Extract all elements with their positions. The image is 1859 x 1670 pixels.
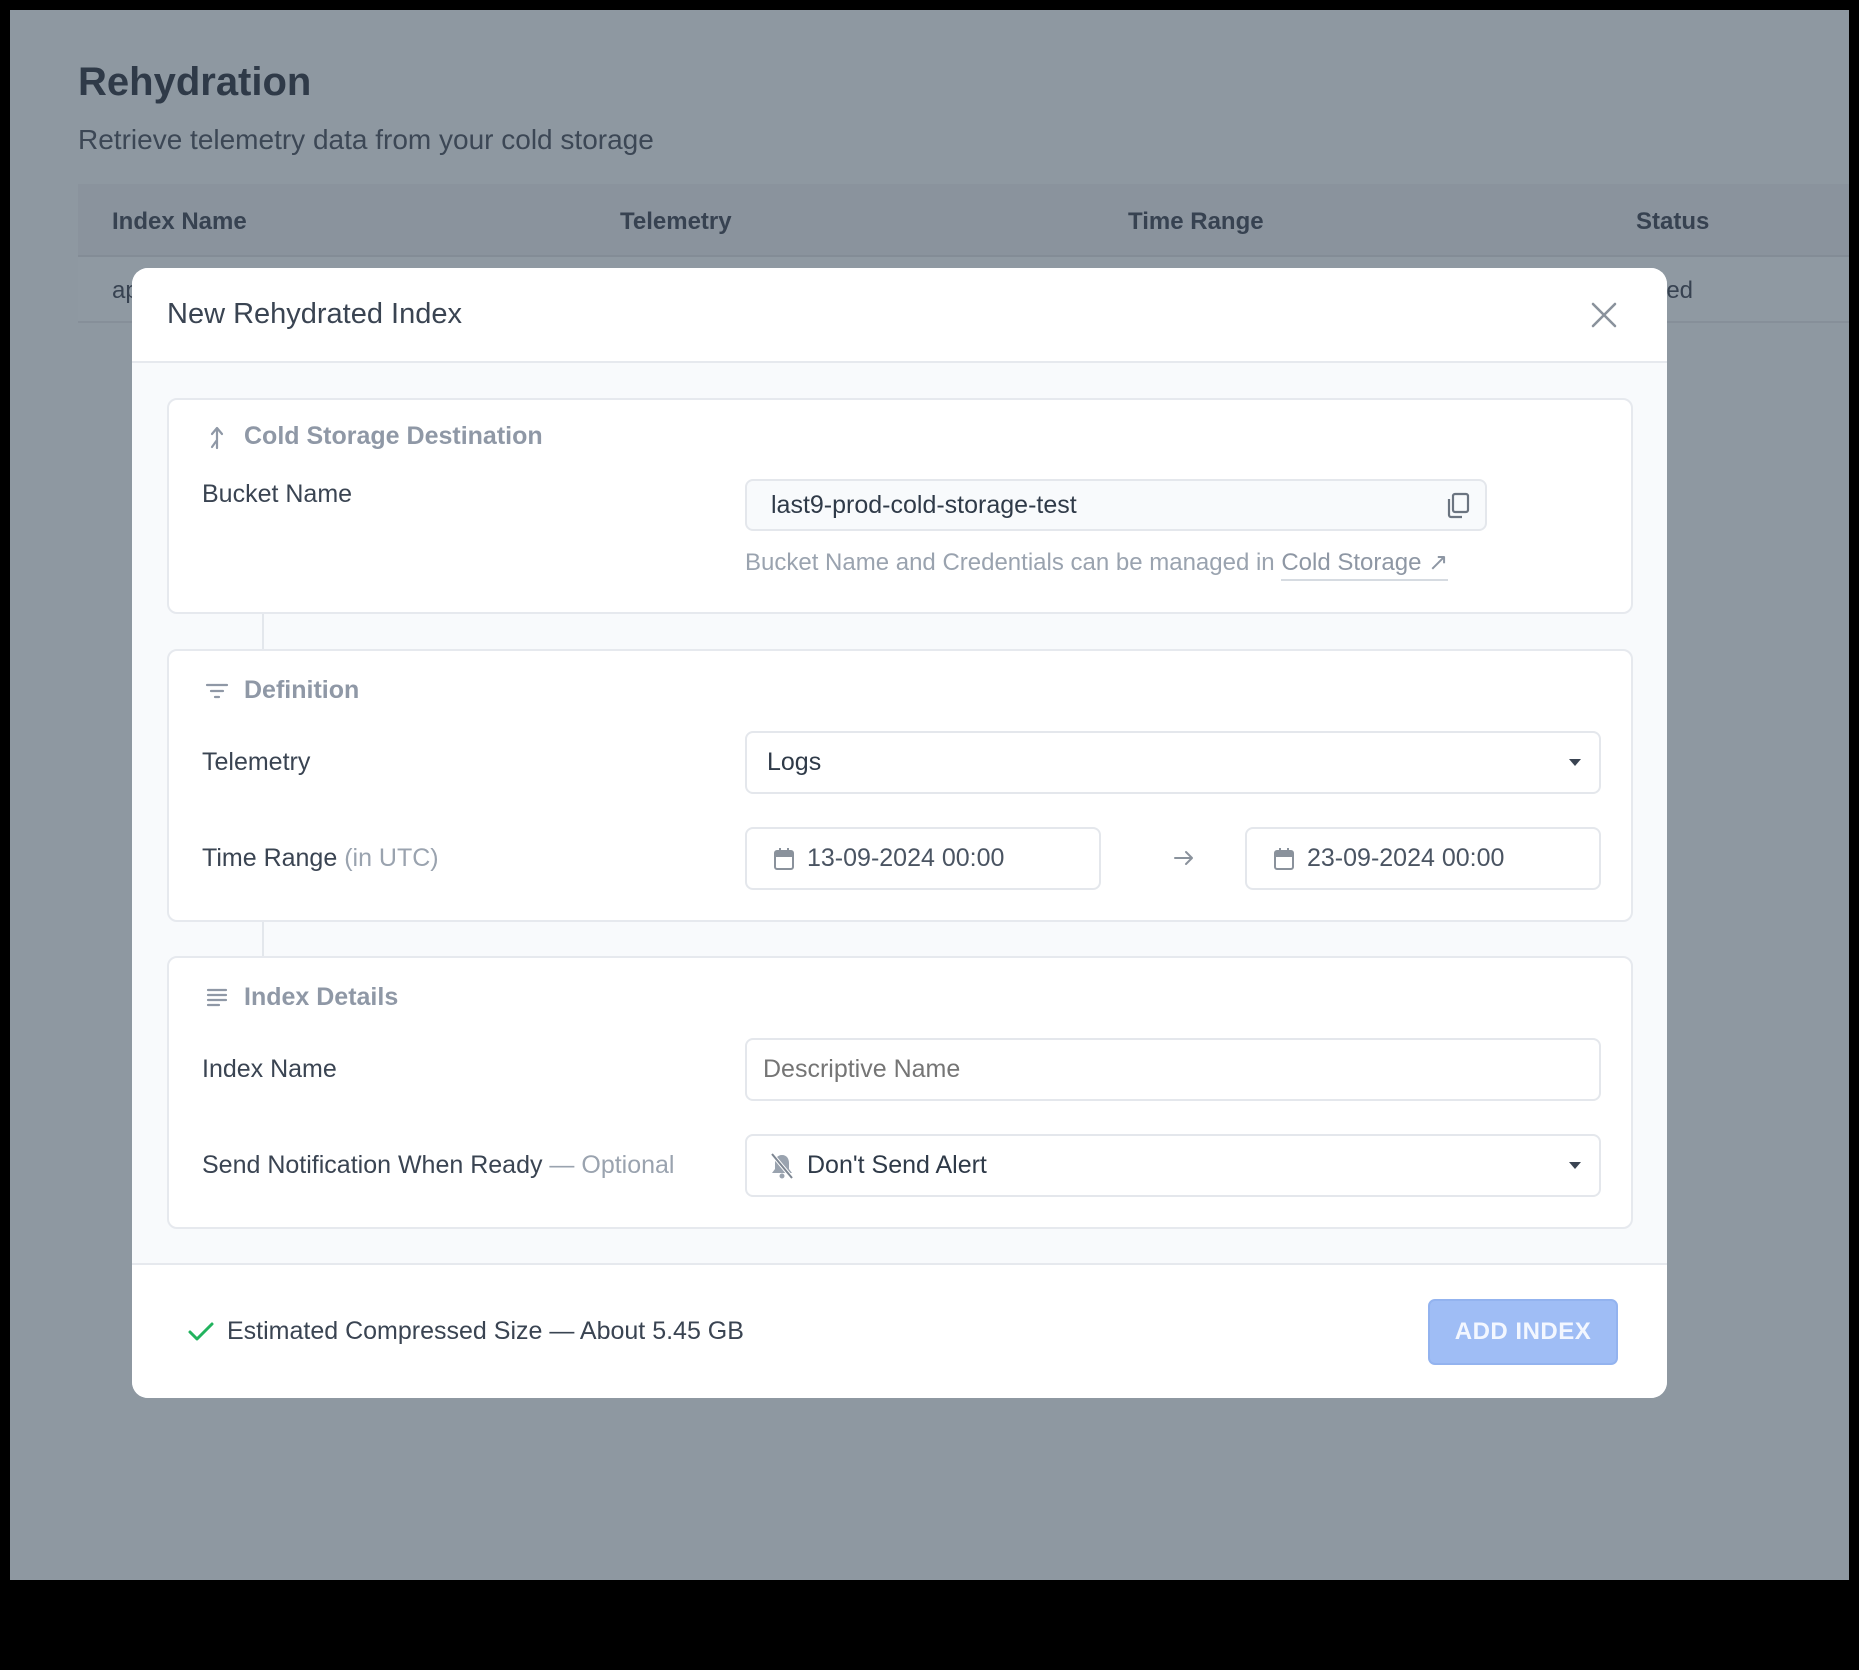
telemetry-label: Telemetry xyxy=(202,748,311,776)
column-header-index-name[interactable]: Index Name xyxy=(112,208,247,236)
bell-off-icon xyxy=(770,1152,794,1179)
external-link-icon: ↗ xyxy=(1428,549,1449,576)
close-button[interactable] xyxy=(1589,300,1619,330)
filter-icon xyxy=(205,683,229,698)
calendar-icon xyxy=(1274,847,1294,870)
add-index-button[interactable]: ADD INDEX xyxy=(1428,1299,1618,1365)
index-name-input[interactable] xyxy=(745,1038,1601,1101)
bucket-helper-text: Bucket Name and Credentials can be manag… xyxy=(745,548,1449,581)
close-icon xyxy=(1591,302,1617,328)
column-header-status[interactable]: Status xyxy=(1636,208,1709,236)
helper-text: Bucket Name and Credentials can be manag… xyxy=(745,549,1275,576)
section-heading: Cold Storage Destination xyxy=(204,422,543,451)
chevron-down-icon xyxy=(1569,759,1581,766)
notify-label: Send Notification When Ready — Optional xyxy=(202,1151,674,1180)
bucket-name-value: last9-prod-cold-storage-test xyxy=(771,490,1077,519)
modal-footer: Estimated Compressed Size — About 5.45 G… xyxy=(132,1263,1667,1398)
column-header-time-range[interactable]: Time Range xyxy=(1128,208,1264,236)
chevron-down-icon xyxy=(1569,1162,1581,1169)
index-details-section: Index Details Index Name Send Notificati… xyxy=(167,956,1633,1229)
copy-button[interactable] xyxy=(1445,491,1471,519)
time-range-label-text: Time Range xyxy=(202,844,338,872)
section-connector xyxy=(262,922,264,956)
notify-label-text: Send Notification When Ready xyxy=(202,1151,543,1179)
copy-icon xyxy=(1447,492,1470,519)
calendar-icon xyxy=(774,847,794,870)
notification-select[interactable]: Don't Send Alert xyxy=(745,1134,1601,1197)
table-header: Index Name Telemetry Time Range Status xyxy=(78,184,1849,257)
telemetry-value: Logs xyxy=(767,748,822,776)
cold-storage-link-label: Cold Storage xyxy=(1281,549,1422,576)
new-index-modal: New Rehydrated Index Cold Storage Destin… xyxy=(132,268,1667,1398)
merge-arrow-icon xyxy=(210,426,224,449)
modal-header: New Rehydrated Index xyxy=(132,268,1667,363)
page-title: Rehydration xyxy=(78,60,312,104)
time-range-label: Time Range (in UTC) xyxy=(202,844,439,873)
index-name-label: Index Name xyxy=(202,1055,337,1083)
modal-title: New Rehydrated Index xyxy=(167,298,462,330)
end-date-value: 23-09-2024 00:00 xyxy=(1307,844,1505,872)
page-subtitle: Retrieve telemetry data from your cold s… xyxy=(78,124,654,155)
check-icon xyxy=(188,1322,214,1340)
column-header-telemetry[interactable]: Telemetry xyxy=(620,208,732,236)
section-title: Definition xyxy=(244,676,360,704)
section-connector xyxy=(262,614,264,649)
end-date-input[interactable]: 23-09-2024 00:00 xyxy=(1245,827,1601,890)
bucket-name-label: Bucket Name xyxy=(202,480,353,508)
bucket-name-field[interactable]: last9-prod-cold-storage-test xyxy=(745,479,1487,531)
notification-value: Don't Send Alert xyxy=(807,1151,987,1179)
start-date-value: 13-09-2024 00:00 xyxy=(807,844,1005,872)
definition-section: Definition Telemetry Logs Time Range (in… xyxy=(167,649,1633,922)
section-title: Index Details xyxy=(244,983,399,1011)
optional-hint: — Optional xyxy=(549,1151,675,1179)
start-date-input[interactable]: 13-09-2024 00:00 xyxy=(745,827,1101,890)
section-heading: Definition xyxy=(204,676,359,705)
cold-storage-link[interactable]: Cold Storage ↗ xyxy=(1281,549,1449,581)
lines-icon xyxy=(206,988,228,1006)
section-heading: Index Details xyxy=(204,983,398,1012)
cold-storage-section: Cold Storage Destination Bucket Name las… xyxy=(167,398,1633,614)
size-estimate: Estimated Compressed Size — About 5.45 G… xyxy=(187,1317,744,1346)
arrow-right-icon xyxy=(1174,851,1193,865)
telemetry-select[interactable]: Logs xyxy=(745,731,1601,794)
size-estimate-text: Estimated Compressed Size — About 5.45 G… xyxy=(227,1317,744,1345)
time-range-hint: (in UTC) xyxy=(344,844,439,872)
section-title: Cold Storage Destination xyxy=(244,422,543,450)
